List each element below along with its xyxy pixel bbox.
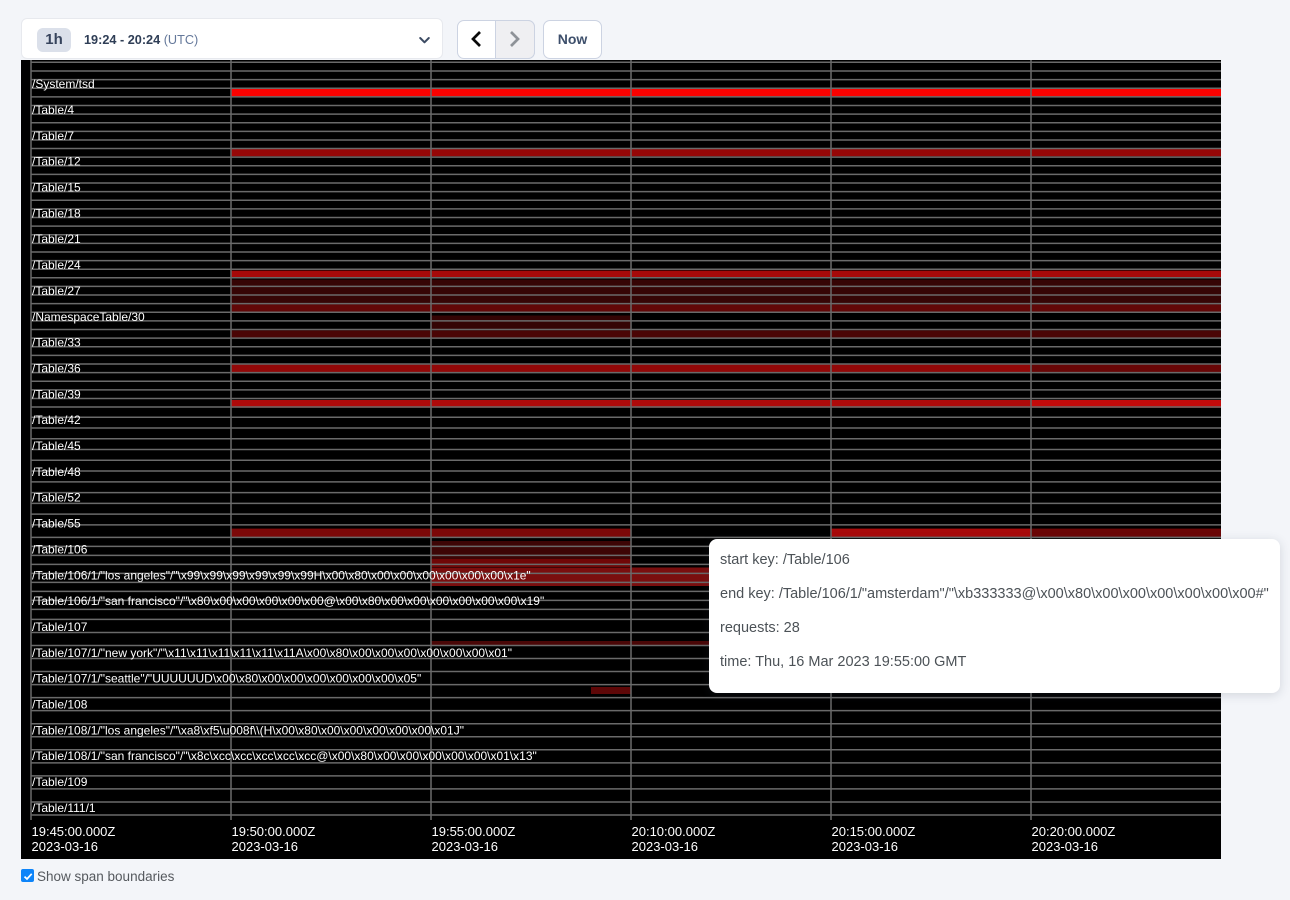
svg-text:20:10:00.000Z: 20:10:00.000Z [632, 824, 716, 839]
svg-text:/Table/108/1/"san francisco"/": /Table/108/1/"san francisco"/"\x8c\xcc\x… [32, 749, 537, 763]
svg-text:/Table/106/1/"san francisco"/": /Table/106/1/"san francisco"/"\x80\x00\x… [32, 594, 544, 608]
svg-text:/Table/33: /Table/33 [32, 336, 81, 350]
svg-text:/Table/111/1: /Table/111/1 [32, 801, 96, 815]
svg-text:/Table/4: /Table/4 [32, 103, 74, 117]
svg-text:/Table/12: /Table/12 [32, 155, 81, 169]
svg-text:/Table/108/1/"los angeles"/"\x: /Table/108/1/"los angeles"/"\xa8\xf5\u00… [32, 723, 464, 737]
svg-text:/Table/39: /Table/39 [32, 387, 81, 401]
svg-text:/Table/107: /Table/107 [32, 620, 88, 634]
svg-text:/Table/106: /Table/106 [32, 542, 88, 556]
svg-text:/Table/55: /Table/55 [32, 517, 81, 531]
svg-text:19:50:00.000Z: 19:50:00.000Z [232, 824, 316, 839]
svg-text:/Table/7: /Table/7 [32, 129, 74, 143]
svg-text:/Table/18: /Table/18 [32, 206, 81, 220]
svg-text:/NamespaceTable/30: /NamespaceTable/30 [32, 310, 145, 324]
svg-text:2023-03-16: 2023-03-16 [632, 839, 699, 854]
svg-text:/System/tsd: /System/tsd [32, 77, 95, 91]
svg-text:/Table/108: /Table/108 [32, 698, 88, 712]
svg-text:/Table/24: /Table/24 [32, 258, 81, 272]
svg-text:/Table/106/1/"los angeles"/"\x: /Table/106/1/"los angeles"/"\x99\x99\x99… [32, 568, 531, 582]
svg-text:19:45:00.000Z: 19:45:00.000Z [32, 824, 116, 839]
svg-text:/Table/27: /Table/27 [32, 284, 81, 298]
svg-text:20:15:00.000Z: 20:15:00.000Z [832, 824, 916, 839]
svg-text:/Table/48: /Table/48 [32, 465, 81, 479]
svg-text:2023-03-16: 2023-03-16 [832, 839, 899, 854]
svg-text:2023-03-16: 2023-03-16 [1032, 839, 1099, 854]
svg-text:/Table/15: /Table/15 [32, 181, 81, 195]
svg-text:/Table/109: /Table/109 [32, 775, 88, 789]
svg-text:20:20:00.000Z: 20:20:00.000Z [1032, 824, 1116, 839]
svg-text:/Table/42: /Table/42 [32, 413, 81, 427]
svg-text:2023-03-16: 2023-03-16 [232, 839, 299, 854]
svg-text:/Table/107/1/"new york"/"\x11\: /Table/107/1/"new york"/"\x11\x11\x11\x1… [32, 646, 512, 660]
svg-text:/Table/107/1/"seattle"/"UUUUUU: /Table/107/1/"seattle"/"UUUUUUD\x00\x80\… [32, 672, 421, 686]
svg-text:/Table/36: /Table/36 [32, 361, 81, 375]
svg-text:/Table/45: /Table/45 [32, 439, 81, 453]
svg-text:/Table/52: /Table/52 [32, 491, 81, 505]
svg-text:2023-03-16: 2023-03-16 [32, 839, 99, 854]
svg-text:2023-03-16: 2023-03-16 [432, 839, 499, 854]
svg-text:19:55:00.000Z: 19:55:00.000Z [432, 824, 516, 839]
svg-text:/Table/21: /Table/21 [32, 232, 81, 246]
